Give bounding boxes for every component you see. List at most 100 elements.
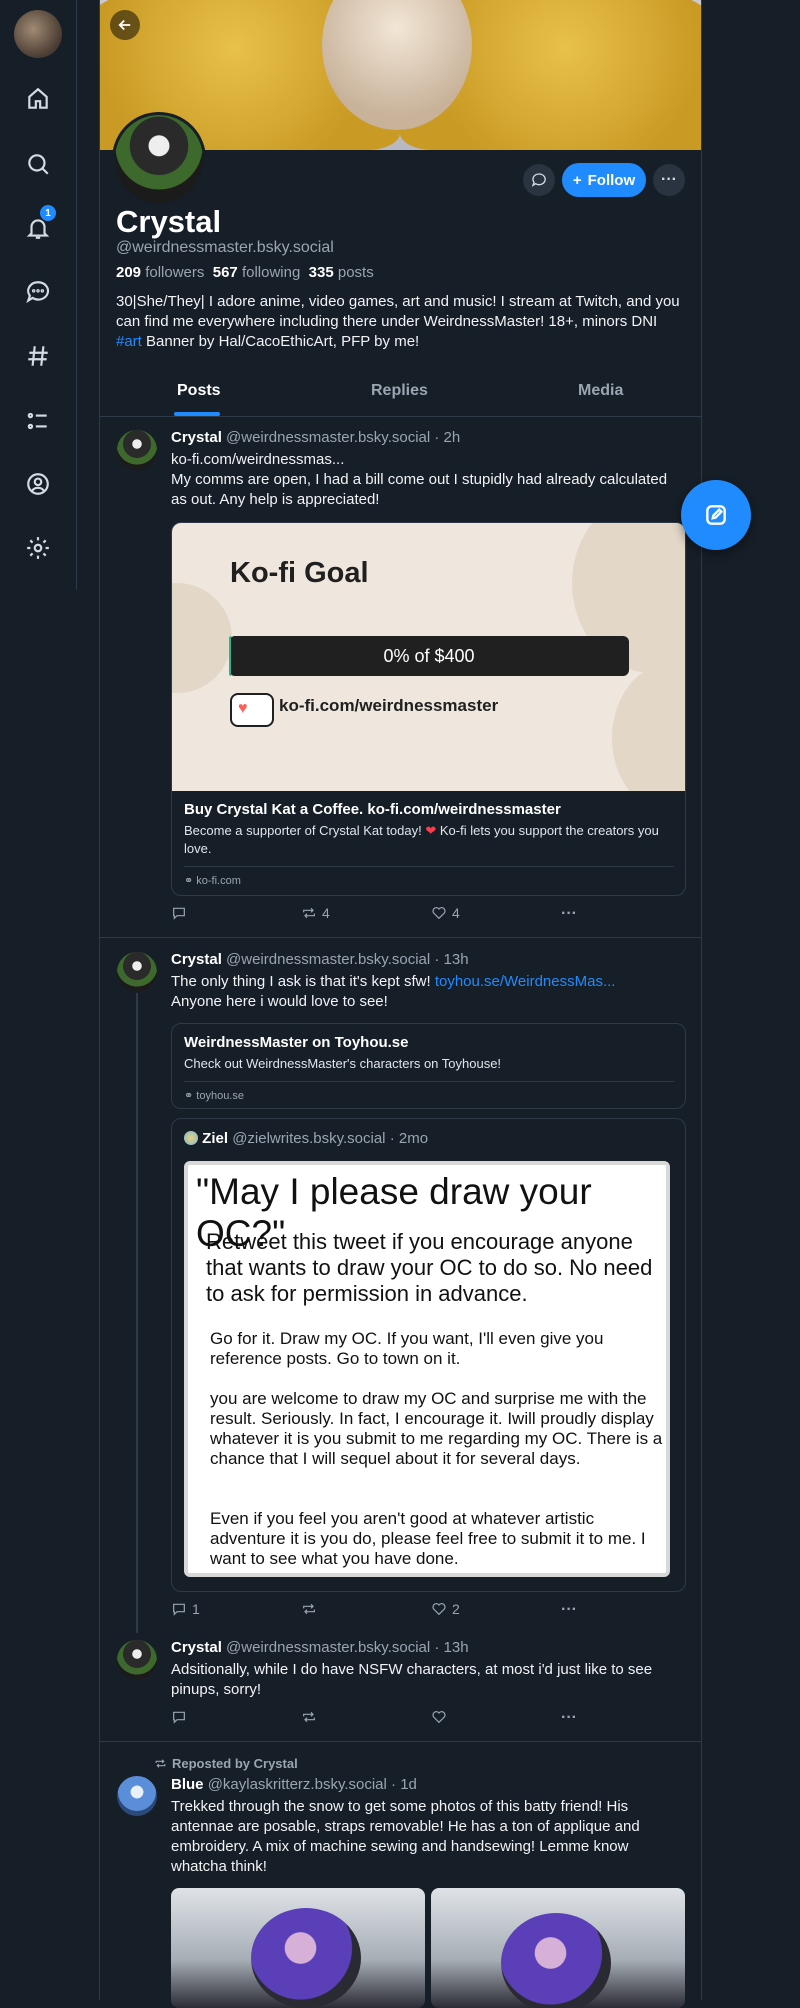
heart-outline-icon xyxy=(432,1711,446,1724)
link-card-domain: ⚭ ko-fi.com xyxy=(184,875,241,887)
image-paragraph: you are welcome to draw my OC and surpri… xyxy=(210,1389,663,1468)
post-author-avatar[interactable] xyxy=(117,1640,157,1680)
chat-icon[interactable] xyxy=(18,272,58,312)
kofi-goal-bar: 0% of $400 xyxy=(229,636,629,676)
tab-replies[interactable]: Replies xyxy=(371,382,428,400)
profile-icon[interactable] xyxy=(18,464,58,504)
tab-posts[interactable]: Posts xyxy=(177,382,221,400)
chat-bubble-icon xyxy=(531,173,546,187)
back-button[interactable] xyxy=(110,10,140,40)
link-card-description: Check out WeirdnessMaster's characters o… xyxy=(184,1056,502,1071)
repost-button[interactable] xyxy=(301,1601,322,1617)
link-card-description: Become a supporter of Crystal Kat today!… xyxy=(184,823,659,856)
more-options-button[interactable]: ··· xyxy=(653,164,685,196)
thread-connector xyxy=(136,993,138,1633)
post-more-button[interactable]: ··· xyxy=(561,1601,577,1619)
image-paragraph: Go for it. Draw my OC. If you want, I'll… xyxy=(210,1329,604,1368)
post-text: Adsitionally, while I do have NSFW chara… xyxy=(171,1661,653,1698)
post-author-name[interactable]: Blue xyxy=(171,1776,204,1793)
like-button[interactable] xyxy=(431,1709,452,1725)
compose-pencil-icon xyxy=(706,505,726,525)
message-button[interactable] xyxy=(523,164,555,196)
post-author-avatar[interactable] xyxy=(117,1776,157,1816)
post-more-button[interactable]: ··· xyxy=(561,1709,577,1727)
post-author-avatar[interactable] xyxy=(117,430,157,470)
notifications-icon[interactable]: 1 xyxy=(18,205,58,248)
reply-icon xyxy=(173,1603,185,1616)
user-avatar-button[interactable] xyxy=(14,10,62,58)
repost-button[interactable]: 4 xyxy=(301,905,330,921)
follow-button[interactable]: + Follow xyxy=(562,163,646,197)
settings-gear-icon[interactable] xyxy=(18,528,58,568)
profile-main-column: + Follow ··· Crystal @weirdnessmaster.bs… xyxy=(99,0,702,2008)
image-subheading: Retweet this tweet if you encourage anyo… xyxy=(206,1229,653,1306)
repost-icon xyxy=(155,1759,166,1768)
repost-icon xyxy=(303,1711,315,1723)
feeds-hashtag-icon[interactable] xyxy=(18,336,58,376)
ellipsis-icon: ··· xyxy=(561,1709,577,1726)
compose-post-button[interactable] xyxy=(681,480,751,550)
post-text: My comms are open, I had a bill come out… xyxy=(171,471,668,508)
post-author-name[interactable]: Crystal xyxy=(171,1639,222,1656)
reply-button[interactable]: 1 xyxy=(171,1601,200,1617)
globe-icon: ⚭ xyxy=(184,875,194,887)
kofi-goal-image: Ko-fi Goal 0% of $400 ♥ ko-fi.com/weirdn… xyxy=(172,523,685,791)
posts-count: 335 posts xyxy=(308,264,374,281)
profile-bio: 30|She/They| I adore anime, video games,… xyxy=(116,293,680,350)
post-header: Crystal @weirdnessmaster.bsky.social · 1… xyxy=(171,951,469,968)
post-separator xyxy=(100,1741,701,1742)
profile-display-name: Crystal xyxy=(116,204,222,239)
search-icon[interactable] xyxy=(18,144,58,184)
profile-avatar[interactable] xyxy=(112,112,206,206)
image-paragraph: Even if you feel you aren't good at what… xyxy=(210,1509,646,1568)
reply-button[interactable] xyxy=(171,1709,192,1725)
repost-label[interactable]: Reposted by Crystal xyxy=(154,1756,298,1771)
profile-handle: @weirdnessmaster.bsky.social xyxy=(116,239,334,256)
profile-tabs: Posts Replies Media xyxy=(100,370,701,417)
post-header: Crystal @weirdnessmaster.bsky.social · 2… xyxy=(171,429,461,446)
follow-label: Follow xyxy=(587,171,636,189)
home-icon[interactable] xyxy=(18,79,58,119)
following-link[interactable]: 567 following xyxy=(213,264,301,281)
kofi-goal-fill xyxy=(229,636,231,676)
like-button[interactable]: 4 xyxy=(431,905,460,921)
post-author-name[interactable]: Crystal xyxy=(171,951,222,968)
quoted-post[interactable]: Ziel @zielwrites.bsky.social · 2mo "May … xyxy=(171,1118,686,1592)
post-author-name[interactable]: Crystal xyxy=(171,429,222,446)
heart-icon: ❤ xyxy=(425,823,437,838)
link-card-domain: ⚭ toyhou.se xyxy=(184,1090,244,1102)
post-photo[interactable] xyxy=(431,1888,685,2008)
link-card-title: WeirdnessMaster on Toyhou.se xyxy=(184,1034,409,1051)
repost-icon xyxy=(303,1603,315,1615)
plush-figure xyxy=(501,1913,611,2008)
art-hashtag-link[interactable]: #art xyxy=(116,333,142,350)
plush-figure xyxy=(251,1908,361,2008)
post-link[interactable]: ko-fi.com/weirdnessmas... xyxy=(171,450,686,470)
link-card-kofi[interactable]: Ko-fi Goal 0% of $400 ♥ ko-fi.com/weirdn… xyxy=(171,522,686,896)
globe-icon: ⚭ xyxy=(184,1090,194,1102)
reply-icon xyxy=(173,1711,185,1724)
post-link[interactable]: toyhou.se/WeirdnessMas... xyxy=(435,973,616,990)
post-author-avatar[interactable] xyxy=(117,952,157,992)
reply-button[interactable] xyxy=(171,905,192,921)
link-card-text: Buy Crystal Kat a Coffee. ko-fi.com/weir… xyxy=(184,801,674,887)
quoted-post-header: Ziel @zielwrites.bsky.social · 2mo xyxy=(184,1130,428,1147)
quoted-post-image: "May I please draw your OC?" Retweet thi… xyxy=(184,1161,670,1577)
repost-button[interactable] xyxy=(301,1709,322,1725)
notification-badge: 1 xyxy=(40,205,56,221)
link-card-toyhouse[interactable]: WeirdnessMaster on Toyhou.se Check out W… xyxy=(171,1023,686,1109)
post-actions: 4 4 ··· xyxy=(171,905,591,925)
post-actions: 1 2 ··· xyxy=(171,1601,591,1621)
ellipsis-icon: ··· xyxy=(561,905,577,922)
tab-media[interactable]: Media xyxy=(578,382,623,400)
post-header: Blue @kaylaskritterz.bsky.social · 1d xyxy=(171,1776,417,1793)
like-button[interactable]: 2 xyxy=(431,1601,460,1617)
heart-outline-icon xyxy=(432,1603,446,1616)
reply-icon xyxy=(173,907,185,920)
link-card-title: Buy Crystal Kat a Coffee. ko-fi.com/weir… xyxy=(184,801,561,818)
followers-link[interactable]: 209 followers xyxy=(116,264,204,281)
post-photo[interactable] xyxy=(171,1888,425,2008)
post-more-button[interactable]: ··· xyxy=(561,905,577,923)
post-text: The only thing I ask is that it's kept s… xyxy=(171,973,616,1010)
lists-icon[interactable] xyxy=(18,401,58,441)
